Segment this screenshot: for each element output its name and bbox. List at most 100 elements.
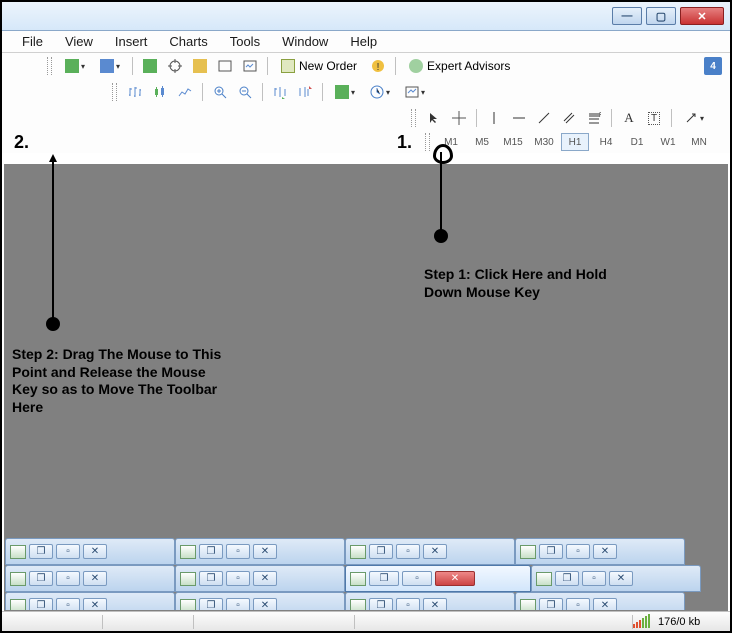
market-watch-button[interactable] xyxy=(139,55,161,77)
restore-button[interactable]: ❐ xyxy=(369,598,393,610)
close-button[interactable]: ✕ xyxy=(83,598,107,610)
chart-window[interactable]: ❐▫✕ xyxy=(5,538,175,565)
chart-shift-button[interactable] xyxy=(294,81,316,103)
terminal-button[interactable] xyxy=(214,55,236,77)
toolbar-grip[interactable] xyxy=(425,133,430,151)
chart-window[interactable]: ❐▫✕ xyxy=(531,565,701,592)
tf-mn[interactable]: MN xyxy=(685,133,713,151)
close-button[interactable]: ✕ xyxy=(253,598,277,610)
vertical-line-button[interactable] xyxy=(483,107,505,129)
maximize-button[interactable]: ▫ xyxy=(56,571,80,586)
close-button[interactable]: ✕ xyxy=(253,544,277,559)
maximize-button[interactable]: ▫ xyxy=(566,544,590,559)
close-button[interactable]: ✕ xyxy=(680,7,724,25)
maximize-button[interactable]: ▫ xyxy=(56,544,80,559)
maximize-button[interactable]: ▫ xyxy=(396,544,420,559)
close-button[interactable]: ✕ xyxy=(593,598,617,610)
tf-d1[interactable]: D1 xyxy=(623,133,651,151)
close-button[interactable]: ✕ xyxy=(423,598,447,610)
restore-button[interactable]: ❐ xyxy=(369,544,393,559)
menu-insert[interactable]: Insert xyxy=(105,32,158,51)
horizontal-line-button[interactable] xyxy=(508,107,530,129)
cursor-button[interactable] xyxy=(423,107,445,129)
menu-charts[interactable]: Charts xyxy=(159,32,217,51)
text-label-button[interactable]: T xyxy=(643,107,665,129)
chart-window[interactable]: ❐▫✕ xyxy=(345,538,515,565)
line-chart-button[interactable] xyxy=(174,81,196,103)
data-window-button[interactable] xyxy=(189,55,211,77)
maximize-button[interactable]: ▫ xyxy=(226,571,250,586)
templates-button[interactable] xyxy=(399,81,431,103)
toolbar-standard[interactable]: New Order ! Expert Advisors 4 xyxy=(2,53,730,79)
tf-h1[interactable]: H1 xyxy=(561,133,589,151)
restore-button[interactable]: ❐ xyxy=(539,598,563,610)
toolbar-grip[interactable] xyxy=(411,109,416,127)
arrows-button[interactable] xyxy=(678,107,710,129)
indicators-button[interactable] xyxy=(329,81,361,103)
restore-button[interactable]: ❐ xyxy=(199,544,223,559)
chart-window[interactable]: ❐▫✕ xyxy=(345,592,515,610)
chart-window-active[interactable]: ❐▫✕ xyxy=(345,565,531,592)
restore-button[interactable]: ❐ xyxy=(29,571,53,586)
close-button[interactable]: ✕ xyxy=(593,544,617,559)
close-button[interactable]: ✕ xyxy=(423,544,447,559)
maximize-button[interactable]: ▫ xyxy=(582,571,606,586)
restore-button[interactable]: ❐ xyxy=(199,598,223,610)
new-order-button[interactable]: New Order xyxy=(274,55,364,77)
text-button[interactable]: A xyxy=(618,107,640,129)
close-button[interactable]: ✕ xyxy=(609,571,633,586)
restore-button[interactable]: ❐ xyxy=(539,544,563,559)
close-button[interactable]: ✕ xyxy=(435,571,475,586)
autotrading-icon[interactable]: ! xyxy=(367,55,389,77)
profiles-button[interactable] xyxy=(94,55,126,77)
tf-w1[interactable]: W1 xyxy=(654,133,682,151)
menu-help[interactable]: Help xyxy=(340,32,387,51)
new-chart-button[interactable] xyxy=(59,55,91,77)
maximize-button[interactable]: ▫ xyxy=(566,598,590,610)
chart-window[interactable]: ❐▫✕ xyxy=(5,565,175,592)
maximize-button[interactable]: ▢ xyxy=(646,7,676,25)
toolbar-periodicity[interactable]: 2. 1. M1 M5 M15 M30 H1 H4 D1 W1 MN xyxy=(2,131,730,153)
restore-button[interactable]: ❐ xyxy=(199,571,223,586)
tf-m15[interactable]: M15 xyxy=(499,133,527,151)
maximize-button[interactable]: ▫ xyxy=(396,598,420,610)
menu-file[interactable]: File xyxy=(12,32,53,51)
periodicity-button[interactable] xyxy=(364,81,396,103)
restore-button[interactable]: ❐ xyxy=(29,598,53,610)
close-button[interactable]: ✕ xyxy=(253,571,277,586)
candlestick-button[interactable] xyxy=(149,81,171,103)
toolbar-line-studies[interactable]: F A T xyxy=(2,105,730,131)
close-button[interactable]: ✕ xyxy=(83,544,107,559)
chart-window[interactable]: ❐▫✕ xyxy=(175,565,345,592)
menu-view[interactable]: View xyxy=(55,32,103,51)
restore-button[interactable]: ❐ xyxy=(29,544,53,559)
maximize-button[interactable]: ▫ xyxy=(226,544,250,559)
autoscroll-button[interactable] xyxy=(269,81,291,103)
chart-window[interactable]: ❐▫✕ xyxy=(175,592,345,610)
fibonacci-button[interactable]: F xyxy=(583,107,605,129)
restore-button[interactable]: ❐ xyxy=(555,571,579,586)
navigator-button[interactable] xyxy=(164,55,186,77)
restore-button[interactable]: ❐ xyxy=(369,571,399,586)
chart-window[interactable]: ❐▫✕ xyxy=(175,538,345,565)
chart-workspace[interactable]: Step 1: Click Here and Hold Down Mouse K… xyxy=(4,164,728,611)
chart-window[interactable]: ❐▫✕ xyxy=(515,592,685,610)
strategy-tester-button[interactable] xyxy=(239,55,261,77)
tf-h4[interactable]: H4 xyxy=(592,133,620,151)
tf-m30[interactable]: M30 xyxy=(530,133,558,151)
zoom-out-button[interactable] xyxy=(234,81,256,103)
zoom-in-button[interactable] xyxy=(209,81,231,103)
expert-advisors-button[interactable]: Expert Advisors xyxy=(402,55,517,77)
toolbar-grip[interactable] xyxy=(112,83,117,101)
channel-button[interactable] xyxy=(558,107,580,129)
maximize-button[interactable]: ▫ xyxy=(56,598,80,610)
tf-m5[interactable]: M5 xyxy=(468,133,496,151)
chart-window[interactable]: ❐▫✕ xyxy=(515,538,685,565)
bar-chart-button[interactable] xyxy=(124,81,146,103)
trendline-button[interactable] xyxy=(533,107,555,129)
maximize-button[interactable]: ▫ xyxy=(226,598,250,610)
crosshair-button[interactable] xyxy=(448,107,470,129)
close-button[interactable]: ✕ xyxy=(83,571,107,586)
minimize-button[interactable]: — xyxy=(612,7,642,25)
toolbar-grip[interactable] xyxy=(47,57,52,75)
